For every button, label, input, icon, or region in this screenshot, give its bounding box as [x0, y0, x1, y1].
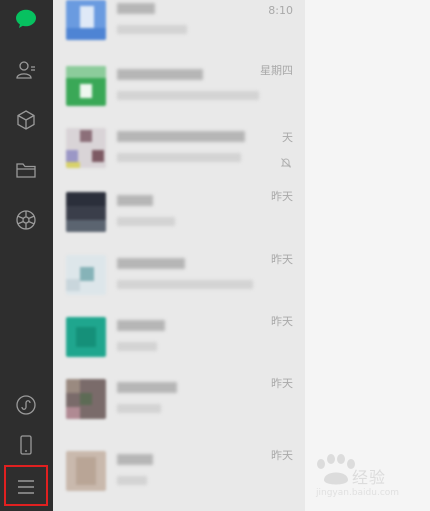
message-preview [117, 280, 253, 289]
avatar [66, 128, 106, 168]
contact-name [117, 195, 153, 206]
moments-icon[interactable] [11, 205, 41, 235]
menu-highlight-box [4, 465, 48, 506]
chat-row[interactable]: 8:10 [53, 0, 305, 54]
watermark-text: 经验 [352, 468, 387, 487]
chat-row[interactable]: 昨天 [53, 247, 305, 309]
contact-name [117, 131, 245, 142]
chat-time: 昨天 [271, 190, 293, 203]
watermark-url: jingyan.baidu.com [316, 488, 400, 498]
avatar [66, 66, 106, 106]
contact-name [117, 69, 203, 80]
files-icon[interactable] [11, 155, 41, 185]
sidebar [0, 0, 53, 511]
avatar [66, 0, 106, 40]
message-preview [117, 404, 161, 413]
chat-row[interactable]: 昨天 [53, 443, 305, 505]
chat-row[interactable]: 昨天 [53, 184, 305, 246]
favorites-icon[interactable] [11, 105, 41, 135]
phone-icon[interactable] [11, 430, 41, 460]
avatar [66, 317, 106, 357]
chat-row[interactable]: 天 [53, 120, 305, 182]
message-preview [117, 217, 175, 226]
chat-list: 8:10 星期四 天 昨天 昨天 昨天 昨天 昨天 [53, 0, 305, 511]
message-preview [117, 91, 259, 100]
message-preview [117, 342, 157, 351]
chat-row[interactable]: 昨天 [53, 309, 305, 371]
avatar [66, 379, 106, 419]
watermark: 经验 jingyan.baidu.com [312, 454, 428, 506]
chat-time: 8:10 [268, 4, 293, 17]
avatar [66, 255, 106, 295]
mute-icon [280, 154, 292, 168]
chat-time: 昨天 [271, 315, 293, 328]
chat-time: 昨天 [271, 449, 293, 462]
chat-time: 昨天 [271, 253, 293, 266]
content-pane [305, 0, 430, 511]
contact-name [117, 320, 165, 331]
chat-time: 星期四 [260, 64, 293, 77]
miniprogram-icon[interactable] [11, 390, 41, 420]
chat-time: 天 [282, 131, 293, 144]
contact-name [117, 3, 155, 14]
message-preview [117, 25, 187, 34]
contact-name [117, 258, 185, 269]
contacts-icon[interactable] [11, 55, 41, 85]
contact-name [117, 454, 153, 465]
avatar [66, 451, 106, 491]
message-preview [117, 476, 147, 485]
chat-row[interactable]: 星期四 [53, 58, 305, 120]
chat-time: 昨天 [271, 377, 293, 390]
chat-row[interactable]: 昨天 [53, 371, 305, 433]
avatar [66, 192, 106, 232]
chat-icon[interactable] [11, 4, 41, 34]
message-preview [117, 153, 241, 162]
contact-name [117, 382, 177, 393]
